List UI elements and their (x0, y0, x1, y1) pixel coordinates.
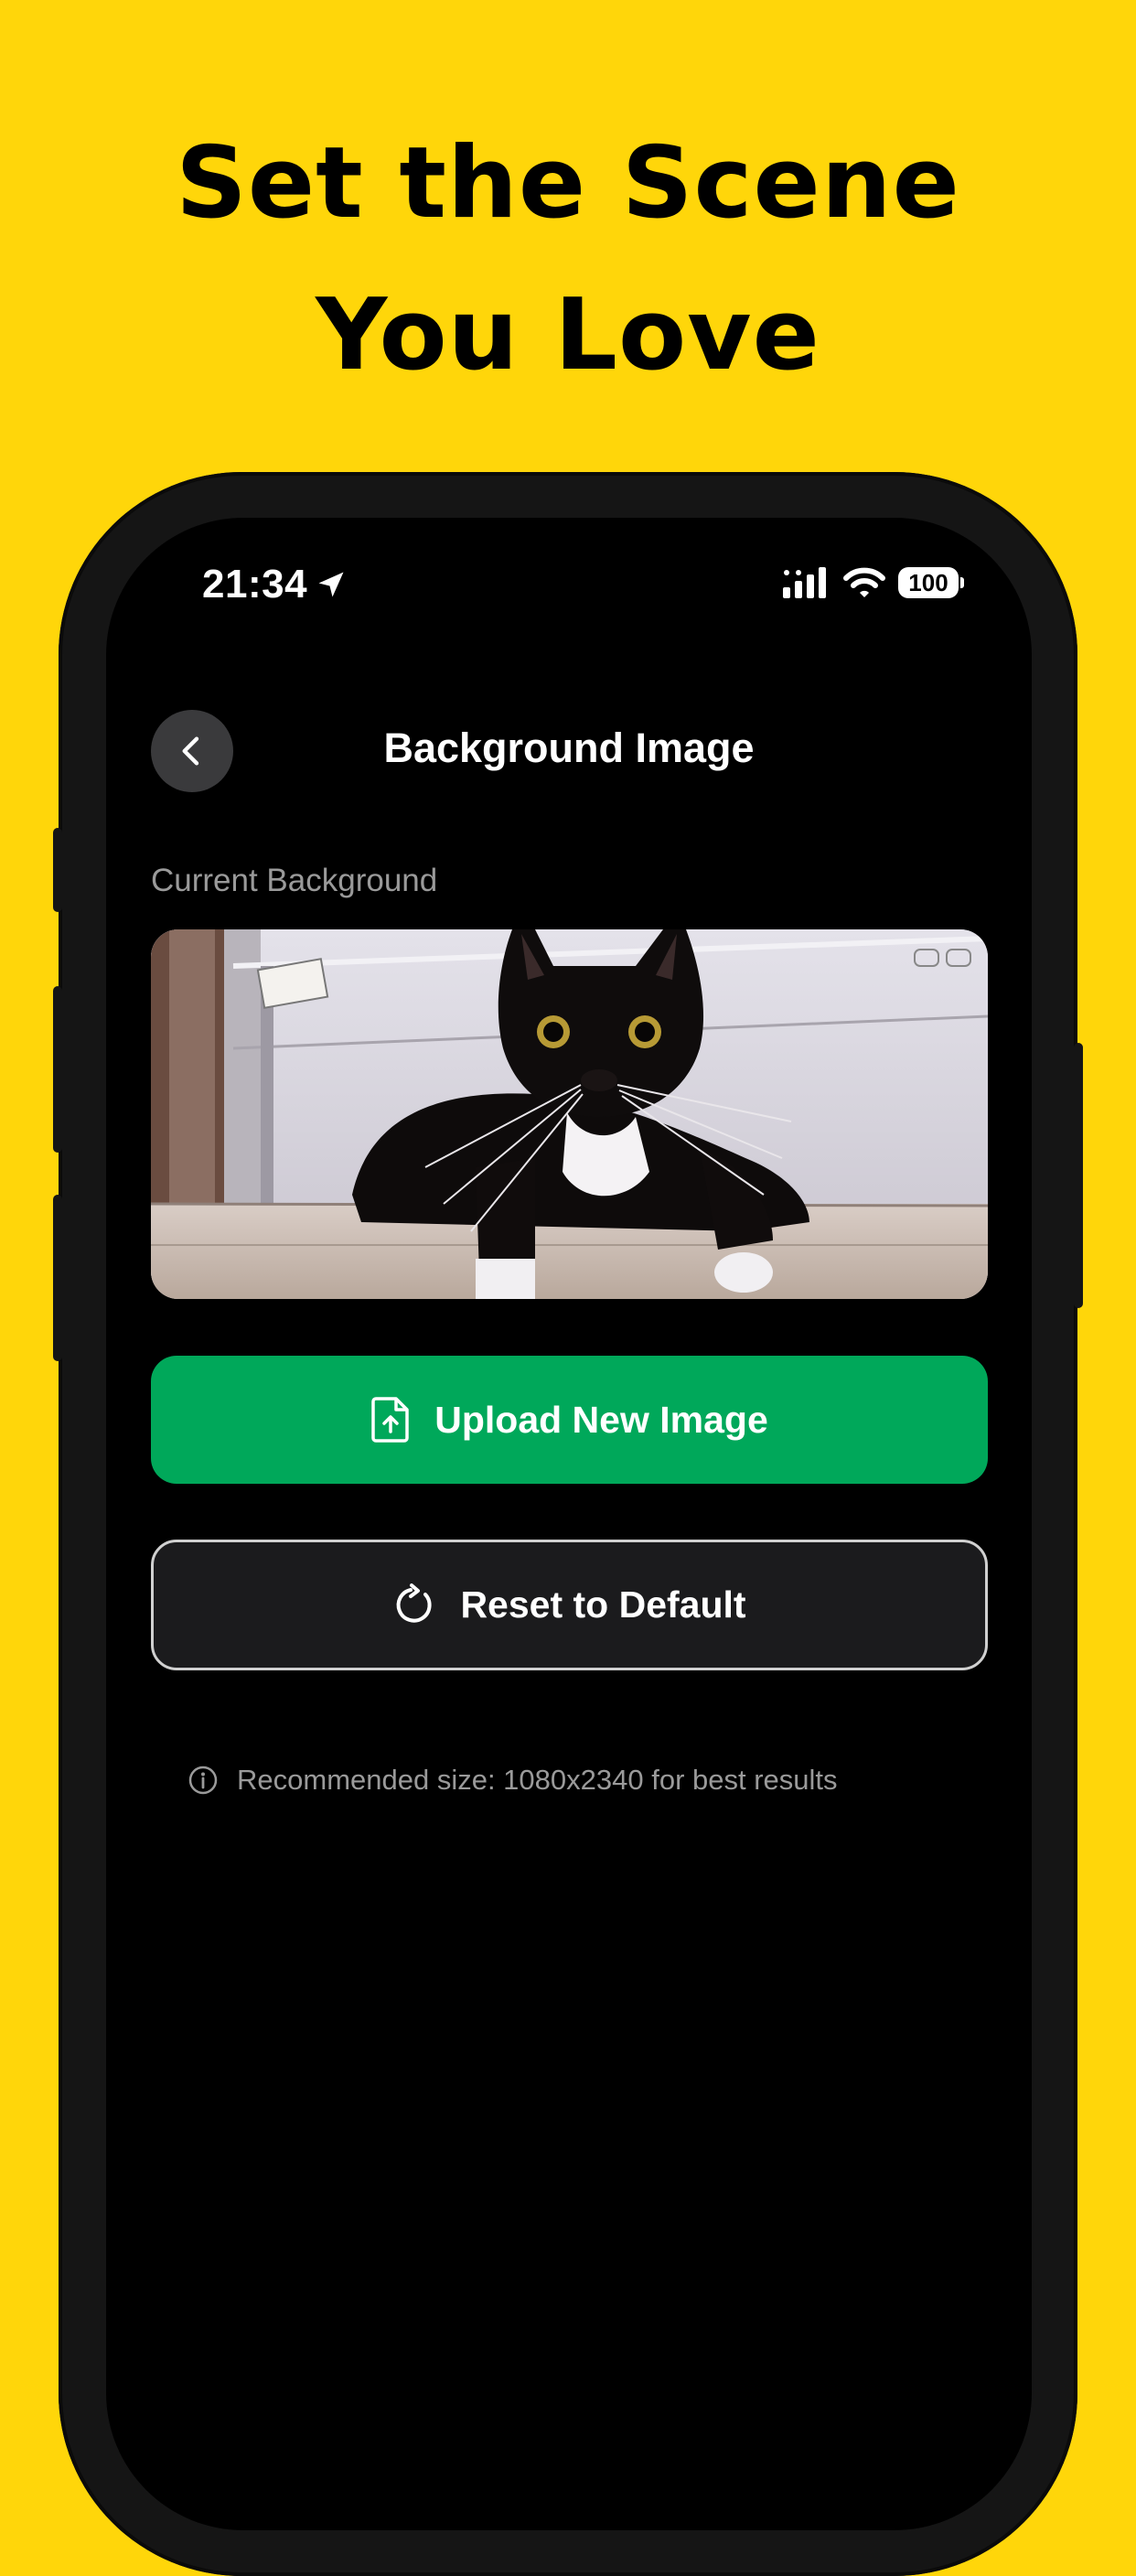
promo-headline: Set the Scene You Love (0, 108, 1136, 412)
upload-button-label: Upload New Image (434, 1398, 768, 1441)
wifi-icon (843, 567, 885, 597)
headline-line-1: Set the Scene (176, 126, 960, 241)
status-time-text: 21:34 (202, 562, 308, 606)
location-arrow-icon (318, 572, 344, 597)
rotate-cw-icon (397, 1583, 432, 1623)
recommended-size-hint: Recommended size: 1080x2340 for best res… (188, 1764, 838, 1797)
status-icons: 100 (783, 567, 964, 598)
hint-text: Recommended size: 1080x2340 for best res… (237, 1764, 838, 1796)
phone-volume-up-button (53, 986, 62, 1153)
page-title: Background Image (383, 724, 755, 771)
upload-new-image-button[interactable]: Upload New Image (151, 1356, 988, 1484)
battery-indicator: 100 (898, 567, 964, 598)
phone-volume-down-button (53, 1195, 62, 1361)
headline-line-2: You Love (316, 278, 820, 392)
current-background-label: Current Background (151, 863, 438, 898)
battery-level: 100 (908, 568, 948, 596)
status-time: 21:34 (202, 562, 348, 607)
phone-screen: 21:34 100 Background Image Current Backg… (106, 518, 1032, 2530)
phone-silent-switch (53, 828, 62, 912)
phone-power-button (1074, 1043, 1083, 1308)
cellular-signal-icon (783, 567, 826, 598)
background-image-preview (151, 929, 988, 1299)
file-upload-icon (371, 1397, 409, 1443)
reset-to-default-button[interactable]: Reset to Default (151, 1540, 988, 1670)
reset-button-label: Reset to Default (460, 1583, 746, 1626)
cat-photo (151, 929, 988, 1299)
info-icon (188, 1766, 218, 1795)
